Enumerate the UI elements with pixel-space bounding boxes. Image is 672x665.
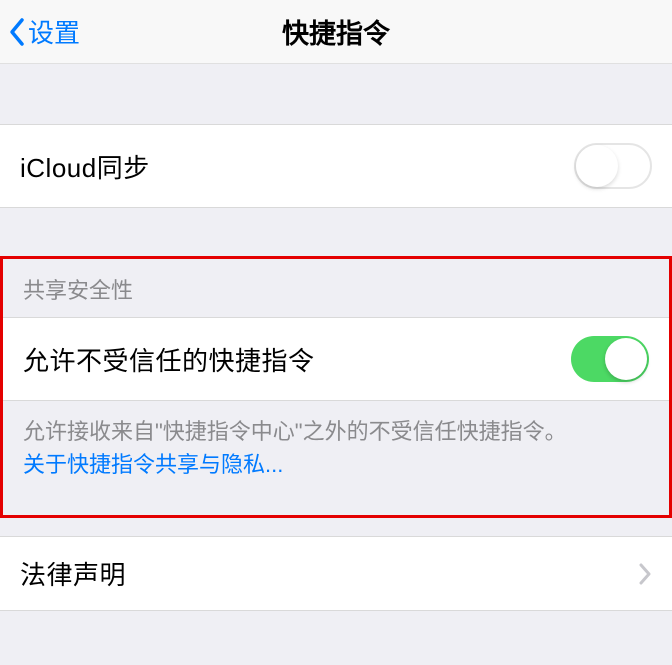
chevron-left-icon xyxy=(8,17,26,47)
navigation-bar: 设置 快捷指令 xyxy=(0,0,672,64)
page-title: 快捷指令 xyxy=(282,12,390,51)
icloud-sync-toggle[interactable] xyxy=(574,143,652,189)
toggle-knob xyxy=(605,338,647,380)
allow-untrusted-row[interactable]: 允许不受信任的快捷指令 xyxy=(3,317,669,401)
legal-label: 法律声明 xyxy=(20,555,126,592)
legal-row[interactable]: 法律声明 xyxy=(0,536,672,611)
section-footer: 允许接收来自"快捷指令中心"之外的不受信任快捷指令。 关于快捷指令共享与隐私..… xyxy=(3,401,669,515)
toggle-knob xyxy=(576,145,618,187)
icloud-sync-row[interactable]: iCloud同步 xyxy=(0,124,672,208)
allow-untrusted-toggle[interactable] xyxy=(571,336,649,382)
footer-text: 允许接收来自"快捷指令中心"之外的不受信任快捷指令。 xyxy=(23,419,567,444)
back-label: 设置 xyxy=(28,13,80,50)
spacer xyxy=(0,64,672,124)
section-header: 共享安全性 xyxy=(3,259,669,317)
sharing-security-section: 共享安全性 允许不受信任的快捷指令 允许接收来自"快捷指令中心"之外的不受信任快… xyxy=(0,256,672,518)
privacy-link[interactable]: 关于快捷指令共享与隐私... xyxy=(23,452,283,477)
icloud-sync-label: iCloud同步 xyxy=(20,148,150,185)
back-button[interactable]: 设置 xyxy=(0,13,80,50)
chevron-right-icon xyxy=(638,563,652,585)
allow-untrusted-label: 允许不受信任的快捷指令 xyxy=(23,341,315,378)
